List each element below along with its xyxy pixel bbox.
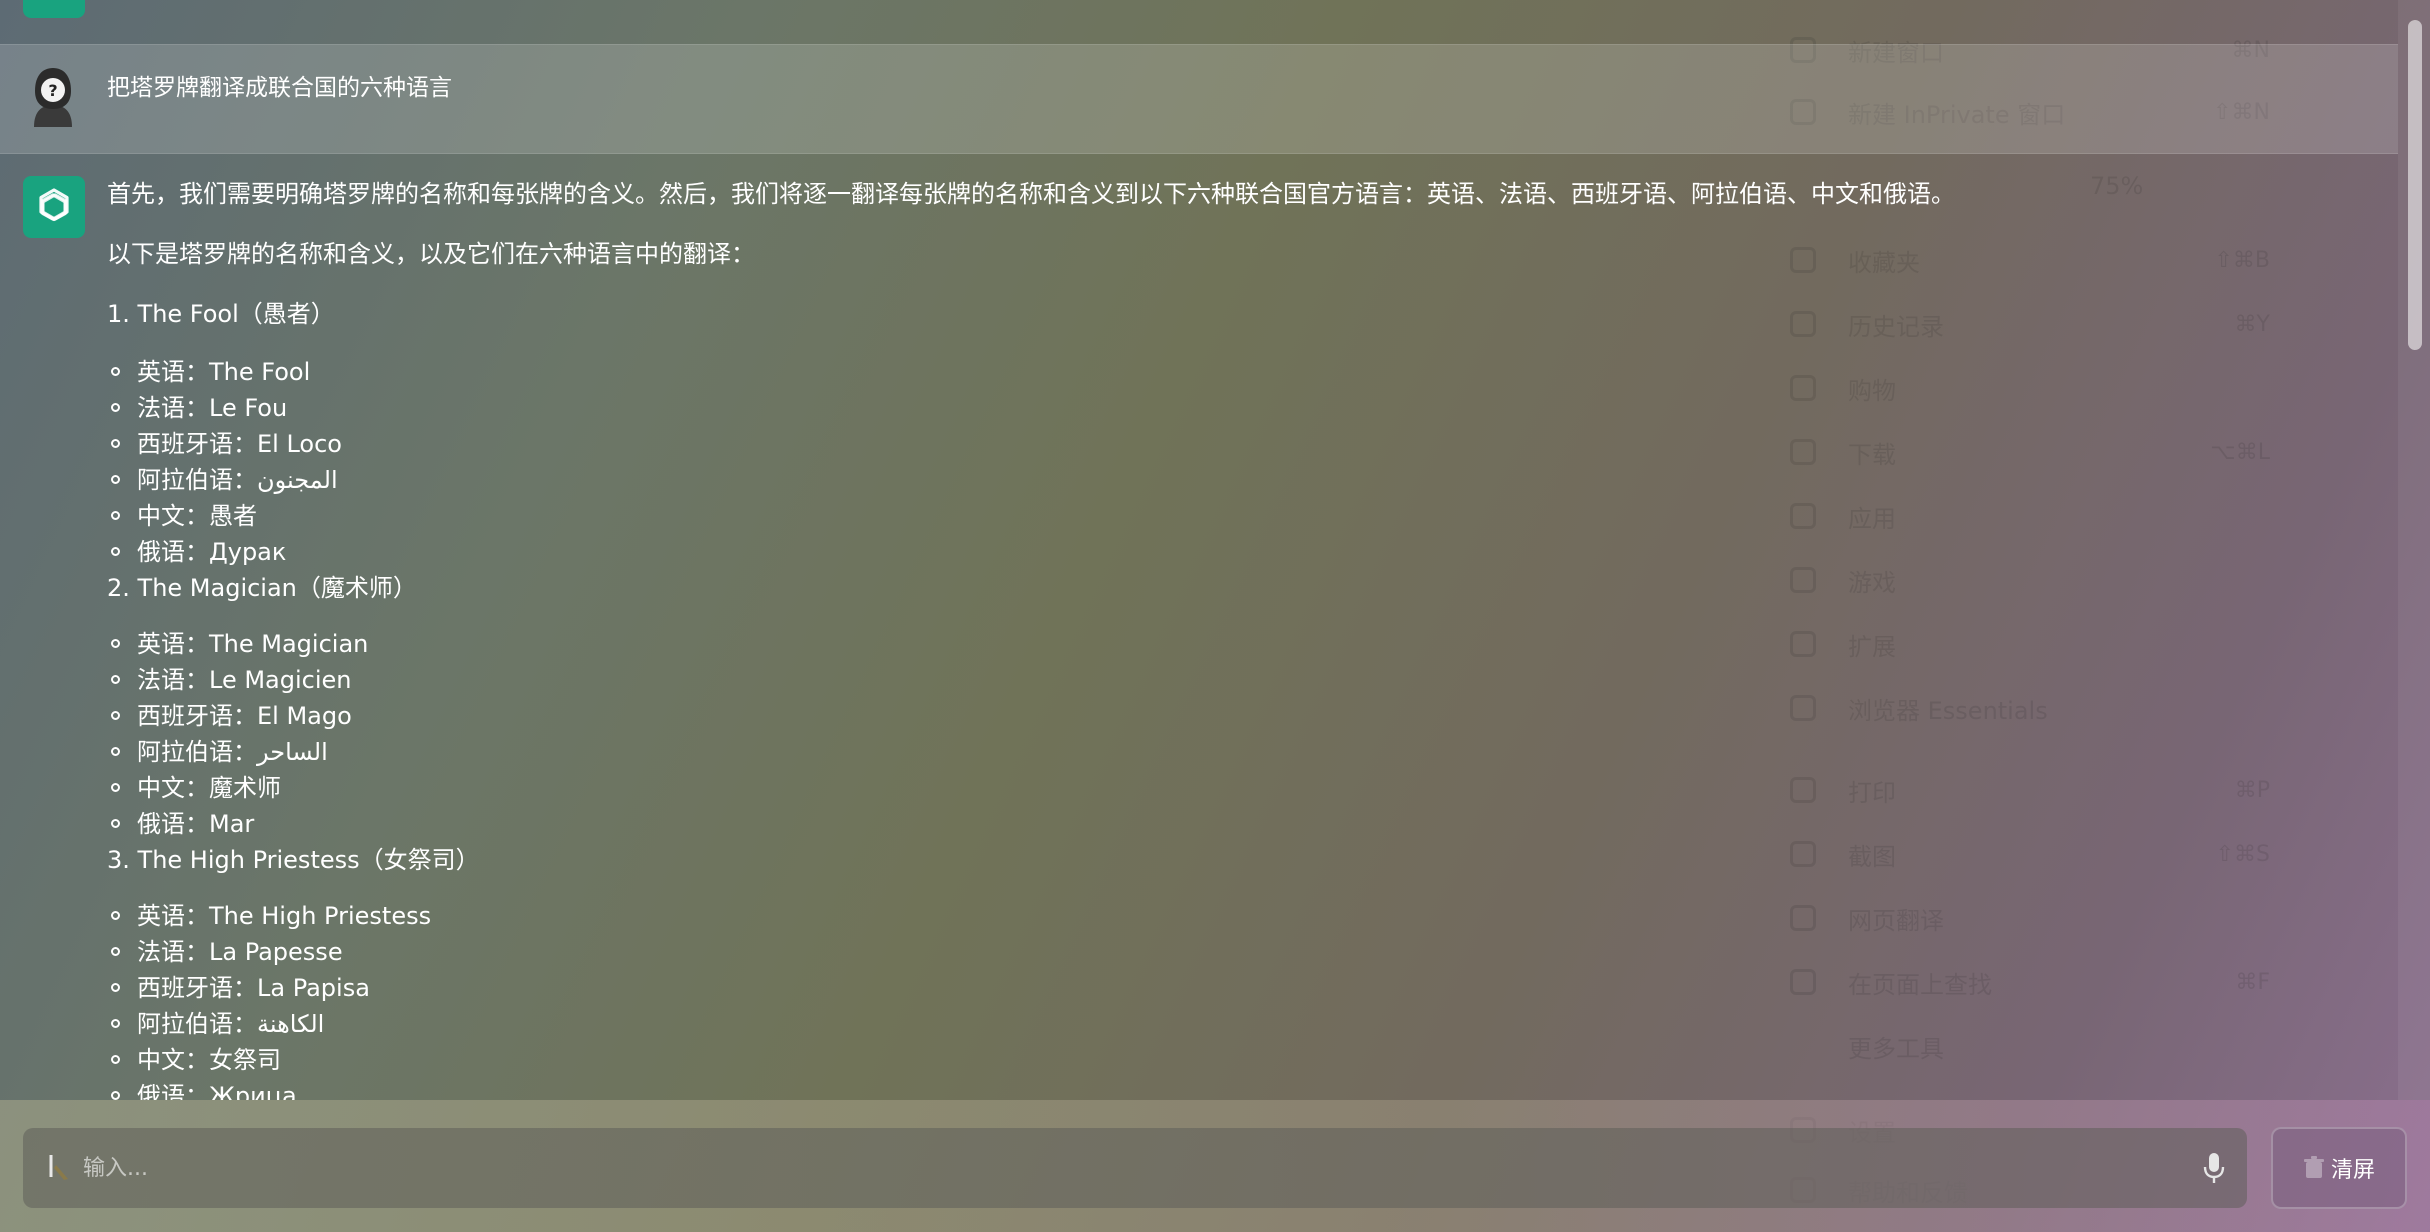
card-title: 2. The Magician（魔术师） — [107, 574, 417, 602]
list-item: 阿拉伯语：الساحر — [107, 734, 2307, 770]
clear-screen-button[interactable]: 清屏 — [2271, 1127, 2407, 1209]
list-item: 中文：魔术师 — [107, 770, 2307, 806]
message-input-box[interactable] — [23, 1128, 2247, 1208]
microphone-icon[interactable] — [2199, 1150, 2229, 1186]
list-item: 中文：女祭司 — [107, 1042, 2307, 1078]
assistant-avatar — [23, 0, 85, 18]
list-item: 法语：Le Fou — [107, 390, 2307, 426]
message-input[interactable] — [81, 1154, 2199, 1182]
list-item: 法语：La Papesse — [107, 934, 2307, 970]
card-title: 1. The Fool（愚者） — [107, 300, 335, 328]
list-item: 英语：The Magician — [107, 626, 2307, 662]
list-item: 俄语：Жрица — [107, 1078, 2307, 1100]
svg-text:?: ? — [48, 81, 57, 100]
pen-icon — [49, 1155, 68, 1180]
list-item: 西班牙语：La Papisa — [107, 970, 2307, 1006]
user-avatar-icon: ? — [34, 68, 72, 127]
list-item: 西班牙语：El Mago — [107, 698, 2307, 734]
list-item: 英语：The High Priestess — [107, 898, 2307, 934]
list-item: 中文：愚者 — [107, 498, 2307, 534]
clear-screen-label: 清屏 — [2330, 1158, 2375, 1183]
assistant-avatar — [23, 176, 85, 238]
translation-list: 英语：The Fool 法语：Le Fou 西班牙语：El Loco 阿拉伯语：… — [107, 354, 2307, 570]
assistant-message: 首先，我们需要明确塔罗牌的名称和每张牌的含义。然后，我们将逐一翻译每张牌的名称和… — [107, 174, 2307, 1100]
scrollbar-thumb[interactable] — [2408, 20, 2422, 350]
composer-footer: 清屏 — [0, 1100, 2430, 1232]
list-item: 阿拉伯语：الكاهنة — [107, 1006, 2307, 1042]
list-item: 英语：The Fool — [107, 354, 2307, 390]
list-item: 西班牙语：El Loco — [107, 426, 2307, 462]
user-message-text: 把塔罗牌翻译成联合国的六种语言 — [107, 75, 452, 101]
list-item: 阿拉伯语：المجنون — [107, 462, 2307, 498]
answer-intro: 首先，我们需要明确塔罗牌的名称和每张牌的含义。然后，我们将逐一翻译每张牌的名称和… — [107, 180, 1955, 208]
list-item: 法语：Le Magicien — [107, 662, 2307, 698]
answer-lead: 以下是塔罗牌的名称和含义，以及它们在六种语言中的翻译： — [107, 240, 755, 268]
user-message: ? 把塔罗牌翻译成联合国的六种语言 — [0, 44, 2398, 154]
list-item: 俄语：Mar — [107, 806, 2307, 842]
card-title: 3. The High Priestess（女祭司） — [107, 846, 480, 874]
trash-icon — [2303, 1156, 2324, 1178]
translation-list: 英语：The High Priestess 法语：La Papesse 西班牙语… — [107, 898, 2307, 1100]
openai-logo-icon — [39, 188, 69, 222]
translation-list: 英语：The Magician 法语：Le Magicien 西班牙语：El M… — [107, 626, 2307, 842]
list-item: 俄语：Дурак — [107, 534, 2307, 570]
